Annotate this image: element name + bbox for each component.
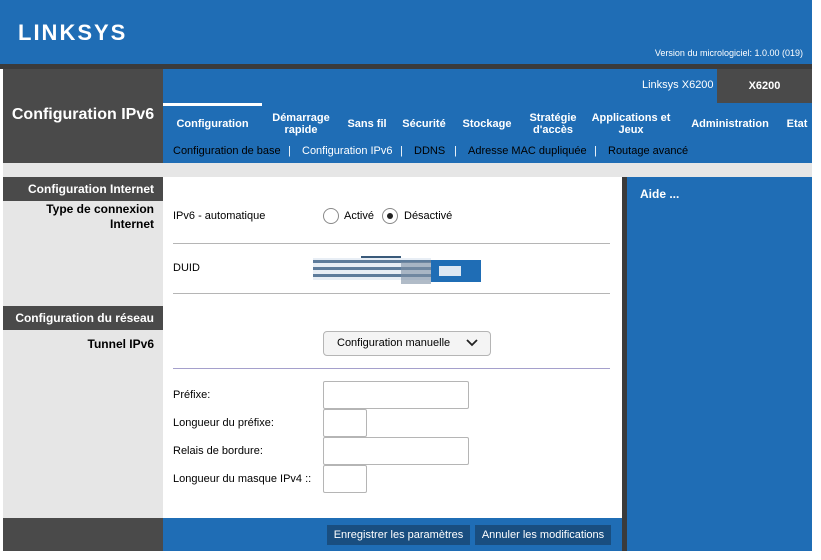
content-top-band: [3, 163, 812, 177]
subnav-advanced-routing[interactable]: Routage avancé: [608, 145, 688, 157]
save-settings-button[interactable]: Enregistrer les paramètres: [327, 525, 470, 545]
tab-access-policy[interactable]: Stratégie d'accès: [524, 112, 582, 136]
prefix-input[interactable]: [323, 381, 469, 409]
radio-enabled-label: Activé: [344, 210, 374, 222]
tab-status[interactable]: Etat: [782, 118, 812, 130]
divider: [173, 368, 610, 369]
divider: [173, 293, 610, 294]
tunnel-mode-value: Configuration manuelle: [337, 337, 451, 349]
tab-applications-games[interactable]: Applications et Jeux: [590, 112, 672, 136]
subnav-separator: |: [288, 145, 291, 157]
label-connection-type: Type de connexion Internet: [46, 202, 154, 231]
tab-administration[interactable]: Administration: [684, 118, 776, 130]
subnav-separator: |: [400, 145, 403, 157]
duid-label: DUID: [173, 262, 200, 274]
model-name: Linksys X6200: [642, 79, 714, 91]
firmware-version: Version du micrologiciel: 1.0.00 (019): [654, 48, 803, 58]
cancel-changes-button[interactable]: Annuler les modifications: [475, 525, 611, 545]
model-bar: [163, 69, 812, 103]
tab-wireless[interactable]: Sans fil: [342, 118, 392, 130]
subnav-separator: |: [454, 145, 457, 157]
bottom-left-bar: [3, 518, 163, 551]
tab-security[interactable]: Sécurité: [398, 118, 450, 130]
border-relay-input[interactable]: [323, 437, 469, 465]
model-code: X6200: [717, 69, 812, 103]
divider: [173, 243, 610, 244]
ipv6-auto-label: IPv6 - automatique: [173, 210, 266, 222]
tab-configuration[interactable]: Configuration: [163, 118, 262, 130]
border-relay-label: Relais de bordure:: [173, 445, 263, 457]
ipv4-mask-input[interactable]: [323, 465, 367, 493]
section-internet-setup: Configuration Internet: [3, 177, 163, 201]
prefix-length-label: Longueur du préfixe:: [173, 417, 274, 429]
right-margin: [812, 0, 821, 560]
prefix-length-input[interactable]: [323, 409, 367, 437]
ipv4-mask-label: Longueur du masque IPv4 ::: [173, 473, 312, 485]
radio-enabled[interactable]: [323, 208, 339, 224]
subnav-separator: |: [594, 145, 597, 157]
subnav-basic-setup[interactable]: Configuration de base: [173, 145, 281, 157]
section-network-setup: Configuration du réseau: [3, 306, 163, 330]
tab-storage[interactable]: Stockage: [458, 118, 516, 130]
help-panel: [627, 177, 812, 551]
subnav-mac-clone[interactable]: Adresse MAC dupliquée: [468, 145, 587, 157]
chevron-down-icon: [466, 339, 478, 347]
label-ipv6-tunnel: Tunnel IPv6: [87, 337, 154, 351]
prefix-label: Préfixe:: [173, 389, 211, 401]
radio-disabled[interactable]: [382, 208, 398, 224]
help-link[interactable]: Aide ...: [640, 187, 679, 201]
duid-value-graphic: [313, 256, 481, 284]
tunnel-mode-select[interactable]: Configuration manuelle: [323, 331, 491, 356]
radio-disabled-label: Désactivé: [404, 210, 453, 222]
subnav-ddns[interactable]: DDNS: [414, 145, 445, 157]
linksys-logo: LINKSYS: [18, 20, 128, 45]
tab-quick-start[interactable]: Démarrage rapide: [266, 112, 336, 136]
page-title: Configuration IPv6: [11, 106, 155, 123]
subnav-ipv6-setup[interactable]: Configuration IPv6: [302, 145, 393, 157]
